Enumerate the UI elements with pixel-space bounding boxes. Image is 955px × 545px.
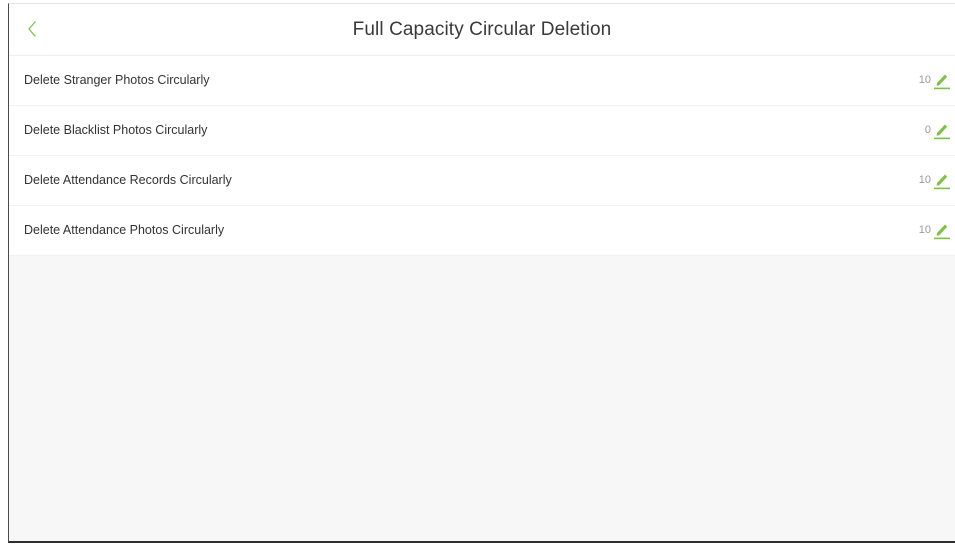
setting-row-attendance-records[interactable]: Delete Attendance Records Circularly 10	[9, 156, 955, 206]
pencil-icon	[934, 224, 950, 240]
header-bar: Full Capacity Circular Deletion	[9, 4, 955, 56]
setting-row-attendance-photos[interactable]: Delete Attendance Photos Circularly 10	[9, 206, 955, 256]
pencil-icon	[934, 74, 950, 90]
setting-label: Delete Stranger Photos Circularly	[24, 73, 210, 87]
setting-row-blacklist-photos[interactable]: Delete Blacklist Photos Circularly 0	[9, 106, 955, 156]
setting-value: 10	[918, 74, 931, 86]
setting-value: 10	[918, 224, 931, 236]
setting-row-stranger-photos[interactable]: Delete Stranger Photos Circularly 10	[9, 56, 955, 106]
setting-label: Delete Attendance Records Circularly	[24, 173, 232, 187]
app-screen: Full Capacity Circular Deletion Delete S…	[8, 3, 955, 543]
edit-button[interactable]	[933, 220, 951, 240]
edit-button[interactable]	[933, 170, 951, 190]
settings-list: Delete Stranger Photos Circularly 10 Del…	[9, 56, 955, 256]
edit-button[interactable]	[933, 120, 951, 140]
setting-label: Delete Attendance Photos Circularly	[24, 223, 225, 237]
setting-label: Delete Blacklist Photos Circularly	[24, 123, 208, 137]
setting-value: 0	[924, 124, 931, 136]
edit-button[interactable]	[933, 70, 951, 90]
setting-value: 10	[918, 174, 931, 186]
page-title: Full Capacity Circular Deletion	[352, 19, 612, 40]
pencil-icon	[934, 174, 950, 190]
pencil-icon	[934, 124, 950, 140]
